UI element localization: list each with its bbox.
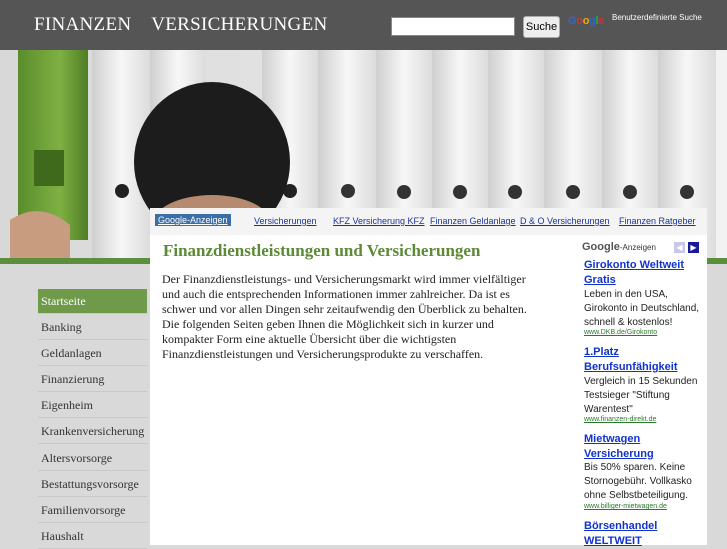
nav-google-ads[interactable]: Google-Anzeigen	[155, 214, 231, 226]
ad-url[interactable]: www.DKB.de/Girokonto	[584, 329, 657, 336]
ad-description: Vergleich in 15 Sekunden Testsieger "Sti…	[584, 376, 698, 415]
ad-title[interactable]: Girokonto Weltweit Gratis	[584, 258, 704, 288]
ad-title[interactable]: 1.Platz Berufsunfähigkeit	[584, 345, 704, 375]
nav-item-geldanlage[interactable]: Finanzen Geldanlage	[430, 216, 516, 226]
intro-paragraph: Der Finanzdienstleistungs- und Versicher…	[162, 272, 527, 361]
next-arrow-icon[interactable]: ▶	[688, 242, 699, 253]
sidebar-item-banking[interactable]: Banking	[38, 315, 147, 340]
nav-item-kfz-versicherung[interactable]: KFZ Versicherung KFZ	[333, 216, 425, 226]
sidebar-item-krankenversicherung[interactable]: Krankenversicherung	[38, 419, 147, 444]
search-button[interactable]: Suche	[523, 16, 560, 38]
ads-label: Google-Anzeigen	[582, 241, 656, 253]
search-input[interactable]	[391, 17, 515, 36]
custom-search-label: Benutzerdefinierte Suche	[612, 13, 702, 22]
google-logo: Google	[568, 15, 605, 27]
sidebar-item-finanzierung[interactable]: Finanzierung	[38, 367, 147, 392]
nav-item-versicherungen[interactable]: Versicherungen	[254, 216, 317, 226]
site-header: FINANZEN VERSICHERUNGEN Suche Google Ben…	[0, 0, 727, 50]
nav-item-ratgeber[interactable]: Finanzen Ratgeber	[619, 216, 696, 226]
ads-label-suffix: -Anzeigen	[619, 243, 656, 252]
sidebar-item-haushalt[interactable]: Haushalt	[38, 524, 147, 549]
page-title: Finanzdienstleistungen und Versicherunge…	[163, 241, 481, 260]
sidebar-item-bestattungsvorsorge[interactable]: Bestattungsvorsorge	[38, 472, 147, 497]
sidebar-item-geldanlagen[interactable]: Geldanlagen	[38, 341, 147, 366]
prev-arrow-icon[interactable]: ◀	[674, 242, 685, 253]
ads-google-logo: Google	[582, 241, 620, 253]
ad-url[interactable]: www.billiger-mietwagen.de	[584, 503, 667, 510]
sidebar-item-altersvorsorge[interactable]: Altersvorsorge	[38, 446, 147, 471]
sidebar-item-startseite[interactable]: Startseite	[38, 289, 147, 314]
nav-item-do-versicherungen[interactable]: D & O Versicherungen	[520, 216, 610, 226]
site-title[interactable]: FINANZEN VERSICHERUNGEN	[34, 14, 328, 36]
sidebar-item-eigenheim[interactable]: Eigenheim	[38, 393, 147, 418]
ad-description: Bis 50% sparen. Keine Stornogebühr. Voll…	[584, 462, 692, 501]
ad-description: Leben in den USA, Girokonto in Deutschla…	[584, 289, 700, 328]
ad-title[interactable]: Mietwagen Versicherung	[584, 432, 704, 462]
sidebar-item-familienvorsorge[interactable]: Familienvorsorge	[38, 498, 147, 523]
ad-url[interactable]: www.finanzen-direkt.de	[584, 416, 656, 423]
right-gutter	[707, 264, 727, 545]
